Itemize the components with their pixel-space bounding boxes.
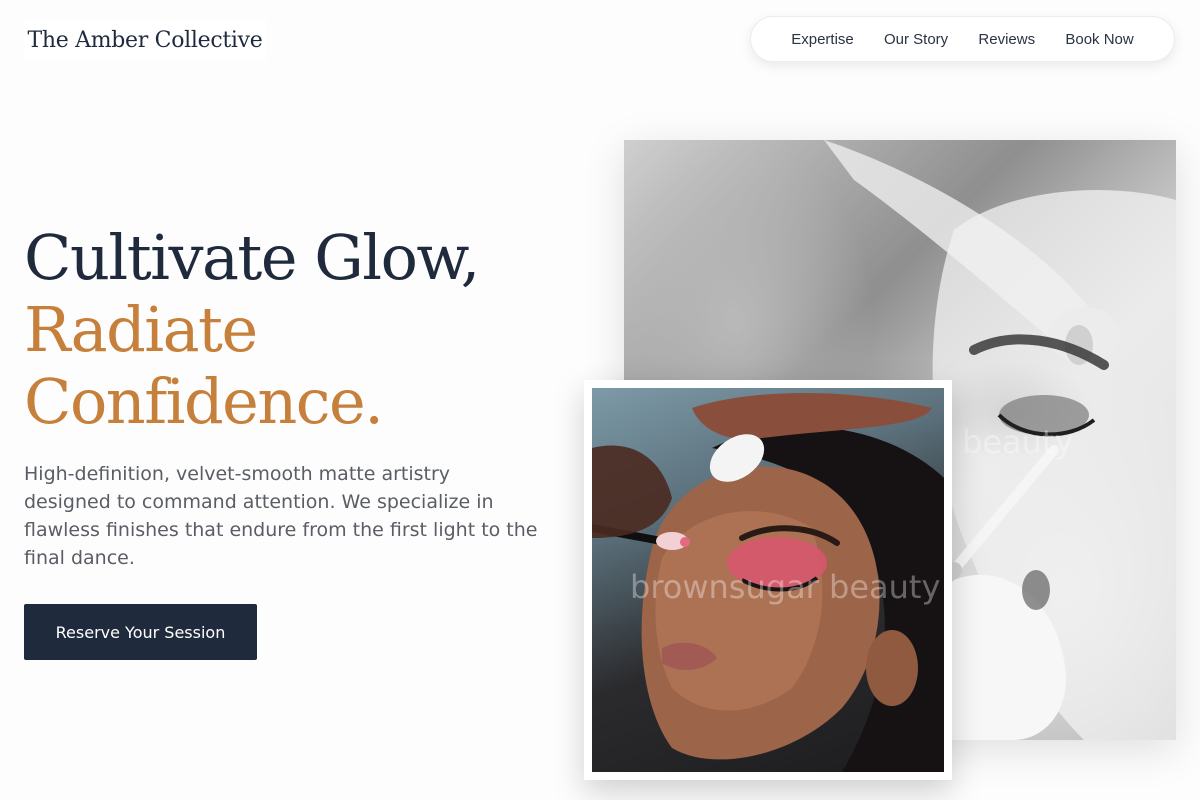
nav-link-expertise[interactable]: Expertise — [789, 27, 856, 52]
nav-link-our-story[interactable]: Our Story — [882, 27, 950, 52]
main-nav: Expertise Our Story Reviews Book Now — [750, 16, 1175, 62]
headline-line-2: Radiate — [24, 293, 258, 366]
headline-line-3: Confidence. — [24, 365, 384, 438]
nav-link-book-now[interactable]: Book Now — [1063, 27, 1135, 52]
hero-photo-frame: brownsugar beauty — [584, 380, 952, 780]
reserve-session-button[interactable]: Reserve Your Session — [24, 604, 257, 660]
hero-intro: High-definition, velvet-smooth matte art… — [24, 463, 538, 569]
nav-link-reviews[interactable]: Reviews — [976, 27, 1037, 52]
headline-line-1: Cultivate Glow, — [24, 221, 480, 294]
hero-photo-color: brownsugar beauty — [592, 388, 944, 772]
brand-logo[interactable]: The Amber Collective — [24, 20, 266, 60]
hero-headline: Cultivate Glow, Radiate Confidence. — [24, 222, 584, 438]
color-photo-art — [592, 393, 944, 772]
